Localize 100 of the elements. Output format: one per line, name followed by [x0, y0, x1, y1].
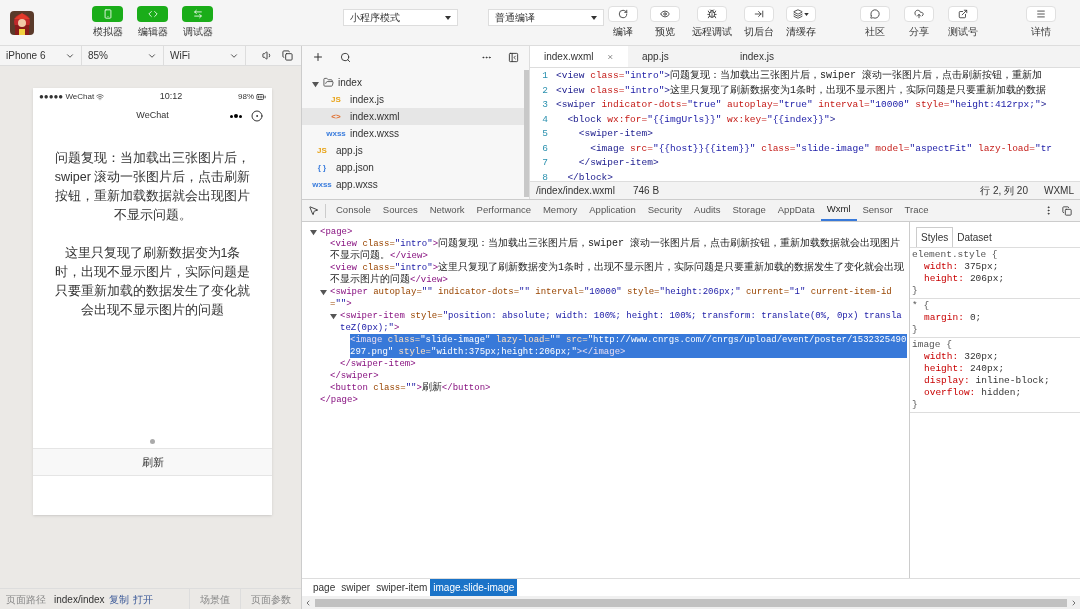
- markup-line[interactable]: <swiper autoplay="" indicator-dots="" interval="10000" style="height:206px;" current="1" current-item-id="">: [330, 286, 907, 310]
- view-toggle-button[interactable]: 模拟器: [92, 6, 123, 39]
- layers-icon: [793, 9, 803, 19]
- devtools-tab[interactable]: Security: [641, 200, 689, 221]
- bug-icon: [707, 9, 717, 19]
- chat-bubble-icon: [870, 9, 880, 19]
- breadcrumb-item[interactable]: swiper-item: [373, 579, 431, 596]
- css-property[interactable]: height: 206px;: [912, 273, 1078, 285]
- view-toggle-button[interactable]: 编辑器: [137, 6, 168, 39]
- devtools-tab[interactable]: Sources: [376, 200, 424, 221]
- dock-icon[interactable]: [1062, 205, 1072, 216]
- expanded-arrow-icon[interactable]: [310, 229, 317, 236]
- toolbar-button[interactable]: 远程调试: [692, 6, 732, 39]
- line-number: 2: [541, 83, 549, 98]
- add-icon[interactable]: [312, 51, 324, 63]
- window-icon[interactable]: [282, 50, 293, 61]
- more-dots-icon[interactable]: [230, 114, 242, 118]
- scrollbar[interactable]: [524, 70, 529, 197]
- editor-tab[interactable]: app.js: [628, 46, 726, 67]
- toolbar-button[interactable]: 编译: [608, 6, 638, 39]
- devtools-tab[interactable]: Wxml: [820, 200, 857, 221]
- collapse-panel-icon[interactable]: [508, 51, 519, 63]
- line-number: 8: [541, 170, 549, 181]
- markup-line[interactable]: <swiper-item style="position: absolute; width: 100%; height: 100%; transform: translate(0%, 0px) translateZ(0px);">: [340, 310, 907, 334]
- file-path: /index/index.wxml: [536, 184, 615, 198]
- file-item[interactable]: JS index.js: [302, 91, 524, 108]
- styles-tab[interactable]: Dataset: [953, 227, 996, 247]
- toolbar-button[interactable]: 测试号: [948, 6, 978, 39]
- file-item[interactable]: wxss app.wxss: [302, 176, 524, 193]
- toolbar-button[interactable]: 分享: [904, 6, 934, 39]
- horizontal-scrollbar[interactable]: [302, 596, 1080, 609]
- css-property[interactable]: height: 240px;: [912, 363, 1078, 375]
- devtools-tab[interactable]: Performance: [470, 200, 537, 221]
- compile-select[interactable]: 普通编译: [488, 9, 604, 26]
- speaker-icon[interactable]: [262, 50, 273, 61]
- css-selector: * {: [912, 300, 931, 312]
- markup-line[interactable]: <view class="intro">问题复现：当加载出三张图片后，swiper 滚动一张图片后，点击刷新按钮，重新加载数据就会出现图片不显示问题。</view>: [330, 238, 907, 262]
- expanded-arrow-icon[interactable]: [320, 289, 327, 296]
- inspect-icon[interactable]: [308, 205, 319, 216]
- file-item[interactable]: wxss index.wxss: [302, 125, 524, 142]
- file-item[interactable]: <> index.wxml: [302, 108, 524, 125]
- toolbar-button[interactable]: 切后台: [744, 6, 774, 39]
- markup-line[interactable]: <button class="">刷新</button>: [330, 382, 907, 394]
- path-link[interactable]: 复制: [108, 591, 129, 607]
- folder-item[interactable]: index: [302, 74, 524, 91]
- toolbar-button[interactable]: 清缓存: [786, 6, 816, 39]
- refresh-button[interactable]: 刷新: [33, 448, 272, 476]
- scroll-left-icon[interactable]: [304, 598, 312, 607]
- path-link[interactable]: 打开: [132, 591, 153, 607]
- cloud-upload-icon: [914, 9, 924, 19]
- devtools-tab[interactable]: Memory: [536, 200, 584, 221]
- toolbar-button[interactable]: 社区: [860, 6, 890, 39]
- clock-label: 10:12: [159, 89, 183, 103]
- toolbar-button[interactable]: 预览: [650, 6, 680, 39]
- devtools-tab[interactable]: Trace: [898, 200, 935, 221]
- css-property[interactable]: overflow: hidden;: [912, 387, 1078, 399]
- dropdown-caret-icon: [804, 12, 809, 16]
- devtools-tab[interactable]: Application: [583, 200, 642, 221]
- css-property[interactable]: width: 375px;: [912, 261, 1078, 273]
- breadcrumb-item[interactable]: image.slide-image: [430, 579, 518, 596]
- css-property[interactable]: width: 320px;: [912, 351, 1078, 363]
- editor-tab[interactable]: index.js: [726, 46, 824, 67]
- css-property[interactable]: display: inline-block;: [912, 375, 1078, 387]
- devtools-tab[interactable]: Console: [330, 200, 377, 221]
- mode-select[interactable]: 小程序模式: [343, 9, 458, 26]
- css-selector: element.style {: [912, 249, 999, 261]
- file-size: 746 B: [632, 184, 660, 198]
- css-property[interactable]: margin: 0;: [912, 312, 1078, 324]
- breadcrumb-item[interactable]: page: [310, 579, 339, 596]
- line-number: 5: [541, 127, 549, 141]
- expanded-arrow-icon[interactable]: [330, 313, 337, 320]
- markup-line[interactable]: </swiper>: [330, 370, 907, 382]
- line-number: 4: [541, 112, 549, 127]
- editor-tab[interactable]: index.wxml: [530, 46, 628, 67]
- devtools-tab[interactable]: AppData: [771, 200, 821, 221]
- devtools-tab[interactable]: Storage: [726, 200, 772, 221]
- toolbar-button[interactable]: 详情: [1026, 6, 1056, 39]
- markup-line[interactable]: </swiper-item>: [340, 358, 907, 370]
- expanded-arrow-icon[interactable]: [312, 80, 319, 88]
- markup-line[interactable]: <view class="intro">这里只复现了刷新数据变为1条时，出现不显示图片，实际问题是只要重新加载的数据发生了变化就会出现不显示图片的问题</view>: [330, 262, 907, 286]
- phone-icon: [102, 9, 113, 19]
- breadcrumb-item[interactable]: swiper: [338, 579, 374, 596]
- styles-tab[interactable]: Styles: [916, 227, 954, 247]
- file-item[interactable]: JS app.js: [302, 142, 524, 159]
- css-brace: }: [912, 324, 919, 336]
- markup-line[interactable]: </page>: [320, 394, 907, 406]
- scroll-right-icon[interactable]: [1070, 598, 1078, 607]
- markup-line[interactable]: <page>: [320, 226, 907, 238]
- close-target-icon[interactable]: [251, 110, 263, 122]
- css-brace: }: [912, 285, 919, 297]
- code-line: <swiper-item>: [577, 127, 653, 141]
- view-toggle-button[interactable]: 调试器: [182, 6, 213, 39]
- devtools-tab[interactable]: Audits: [688, 200, 727, 221]
- external-link-icon: [958, 9, 968, 19]
- search-icon[interactable]: [340, 51, 351, 63]
- devtools-tab[interactable]: Sensor: [856, 200, 899, 221]
- devtools-tab[interactable]: Network: [423, 200, 471, 221]
- dropdown-caret-icon: [591, 15, 597, 20]
- battery-icon: [256, 91, 266, 102]
- file-item[interactable]: { } app.json: [302, 159, 524, 176]
